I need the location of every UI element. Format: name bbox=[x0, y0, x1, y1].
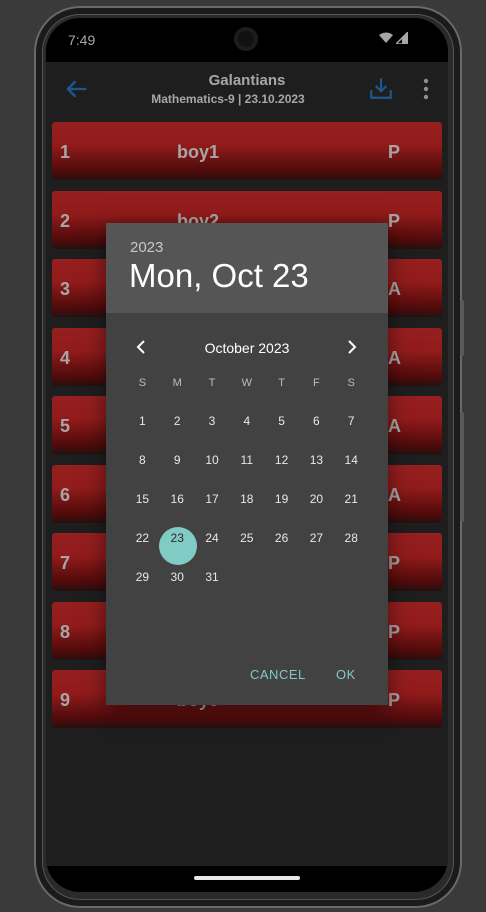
calendar-day[interactable]: 4 bbox=[229, 414, 264, 428]
weekday-header: S bbox=[138, 377, 147, 389]
weekday-header: T bbox=[278, 377, 285, 389]
calendar-day[interactable]: 7 bbox=[334, 414, 369, 428]
calendar-day[interactable]: 6 bbox=[299, 414, 334, 428]
chevron-right-icon[interactable] bbox=[343, 339, 359, 355]
weekday-header: S bbox=[347, 377, 355, 389]
calendar-day[interactable]: 26 bbox=[264, 531, 299, 545]
home-indicator[interactable] bbox=[194, 876, 300, 880]
screen: 7:49 Galantians Mathematics-9 | 23.10.20… bbox=[46, 18, 448, 892]
dialog-actions: CANCEL OK bbox=[106, 645, 388, 705]
calendar-day[interactable]: 16 bbox=[160, 492, 195, 506]
calendar-day[interactable]: 19 bbox=[264, 492, 299, 506]
calendar-day[interactable]: 30 bbox=[160, 570, 195, 584]
ok-button[interactable]: OK bbox=[328, 663, 364, 686]
calendar-day[interactable]: 31 bbox=[195, 570, 230, 584]
selected-date: Mon, Oct 23 bbox=[129, 257, 309, 294]
calendar-day[interactable]: 9 bbox=[160, 453, 195, 467]
power-button bbox=[460, 300, 464, 356]
calendar-day[interactable]: 27 bbox=[299, 531, 334, 545]
calendar-day[interactable]: 15 bbox=[125, 492, 160, 506]
calendar-day-selected[interactable]: 23 bbox=[160, 531, 195, 545]
calendar-day[interactable]: 21 bbox=[334, 492, 369, 506]
calendar-day[interactable]: 8 bbox=[125, 453, 160, 467]
calendar-day[interactable]: 5 bbox=[264, 414, 299, 428]
calendar-day[interactable]: 12 bbox=[264, 453, 299, 467]
calendar-day[interactable]: 25 bbox=[229, 531, 264, 545]
calendar-day[interactable]: 28 bbox=[334, 531, 369, 545]
weekday-header: W bbox=[241, 377, 252, 389]
calendar-day[interactable]: 24 bbox=[195, 531, 230, 545]
calendar-day[interactable]: 22 bbox=[125, 531, 160, 545]
calendar-nav: October 2023 bbox=[106, 333, 388, 361]
date-picker-header: 2023 Mon, Oct 23 bbox=[106, 223, 388, 313]
volume-button bbox=[460, 412, 464, 522]
date-picker-dialog: 2023 Mon, Oct 23 October 2023 SMTWTFS123… bbox=[106, 223, 388, 705]
calendar-day[interactable]: 18 bbox=[229, 492, 264, 506]
calendar-day[interactable]: 13 bbox=[299, 453, 334, 467]
calendar-day[interactable]: 11 bbox=[229, 453, 264, 467]
cancel-button[interactable]: CANCEL bbox=[242, 663, 314, 686]
weekday-header: T bbox=[208, 377, 216, 389]
calendar-day[interactable]: 29 bbox=[125, 570, 160, 584]
calendar-day[interactable]: 10 bbox=[195, 453, 230, 467]
calendar-day[interactable]: 2 bbox=[160, 414, 195, 428]
calendar-day[interactable]: 17 bbox=[195, 492, 230, 506]
selected-year[interactable]: 2023 bbox=[130, 239, 163, 256]
calendar-day[interactable]: 3 bbox=[195, 414, 230, 428]
weekday-header: F bbox=[313, 377, 320, 389]
calendar-day[interactable]: 1 bbox=[125, 414, 160, 428]
weekday-header: M bbox=[172, 377, 182, 389]
calendar-day[interactable]: 14 bbox=[334, 453, 369, 467]
calendar-day[interactable]: 20 bbox=[299, 492, 334, 506]
